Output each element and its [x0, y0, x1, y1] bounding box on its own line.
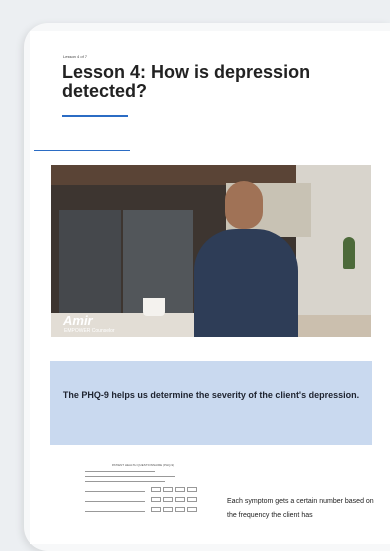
lesson-screen[interactable]: Lesson 4 of 7 Lesson 4: How is depressio… — [30, 31, 390, 544]
form-cell — [175, 497, 185, 502]
video-scene-plant — [343, 237, 355, 269]
form-line — [85, 471, 155, 472]
form-line — [85, 476, 175, 477]
form-cell — [163, 487, 173, 492]
form-cell — [187, 497, 197, 502]
speaker-role: EMPOWER Counselor — [64, 328, 115, 334]
form-cell — [151, 487, 161, 492]
title-accent-line — [62, 115, 128, 117]
section-divider — [34, 150, 130, 151]
form-thumbnail-title: PATIENT HEALTH QUESTIONNAIRE (PHQ-9) — [111, 463, 175, 467]
form-cell — [187, 487, 197, 492]
form-cell — [151, 497, 161, 502]
form-line — [85, 511, 145, 512]
speaker-figure-head — [225, 181, 263, 229]
lesson-body-text: Each symptom gets a certain number based… — [227, 498, 374, 519]
form-cell — [175, 487, 185, 492]
form-cell — [163, 507, 173, 512]
form-line — [85, 491, 145, 492]
callout-text: The PHQ-9 helps us determine the severit… — [62, 390, 360, 400]
phq9-form-thumbnail: PATIENT HEALTH QUESTIONNAIRE (PHQ-9) — [85, 463, 201, 533]
form-line — [85, 501, 145, 502]
form-line — [85, 481, 165, 482]
form-cell — [187, 507, 197, 512]
form-cell — [175, 507, 185, 512]
video-scene-mug — [143, 298, 165, 316]
lesson-counter: Lesson 4 of 7 — [63, 54, 88, 59]
lesson-title: Lesson 4: How is depression detected? — [62, 62, 311, 101]
video-player[interactable]: Amir EMPOWER Counselor — [51, 165, 371, 337]
callout-box: The PHQ-9 helps us determine the severit… — [50, 361, 372, 445]
form-cell — [163, 497, 173, 502]
speaker-figure-body — [194, 229, 298, 337]
speaker-name: Amir — [63, 313, 93, 328]
form-cell — [151, 507, 161, 512]
